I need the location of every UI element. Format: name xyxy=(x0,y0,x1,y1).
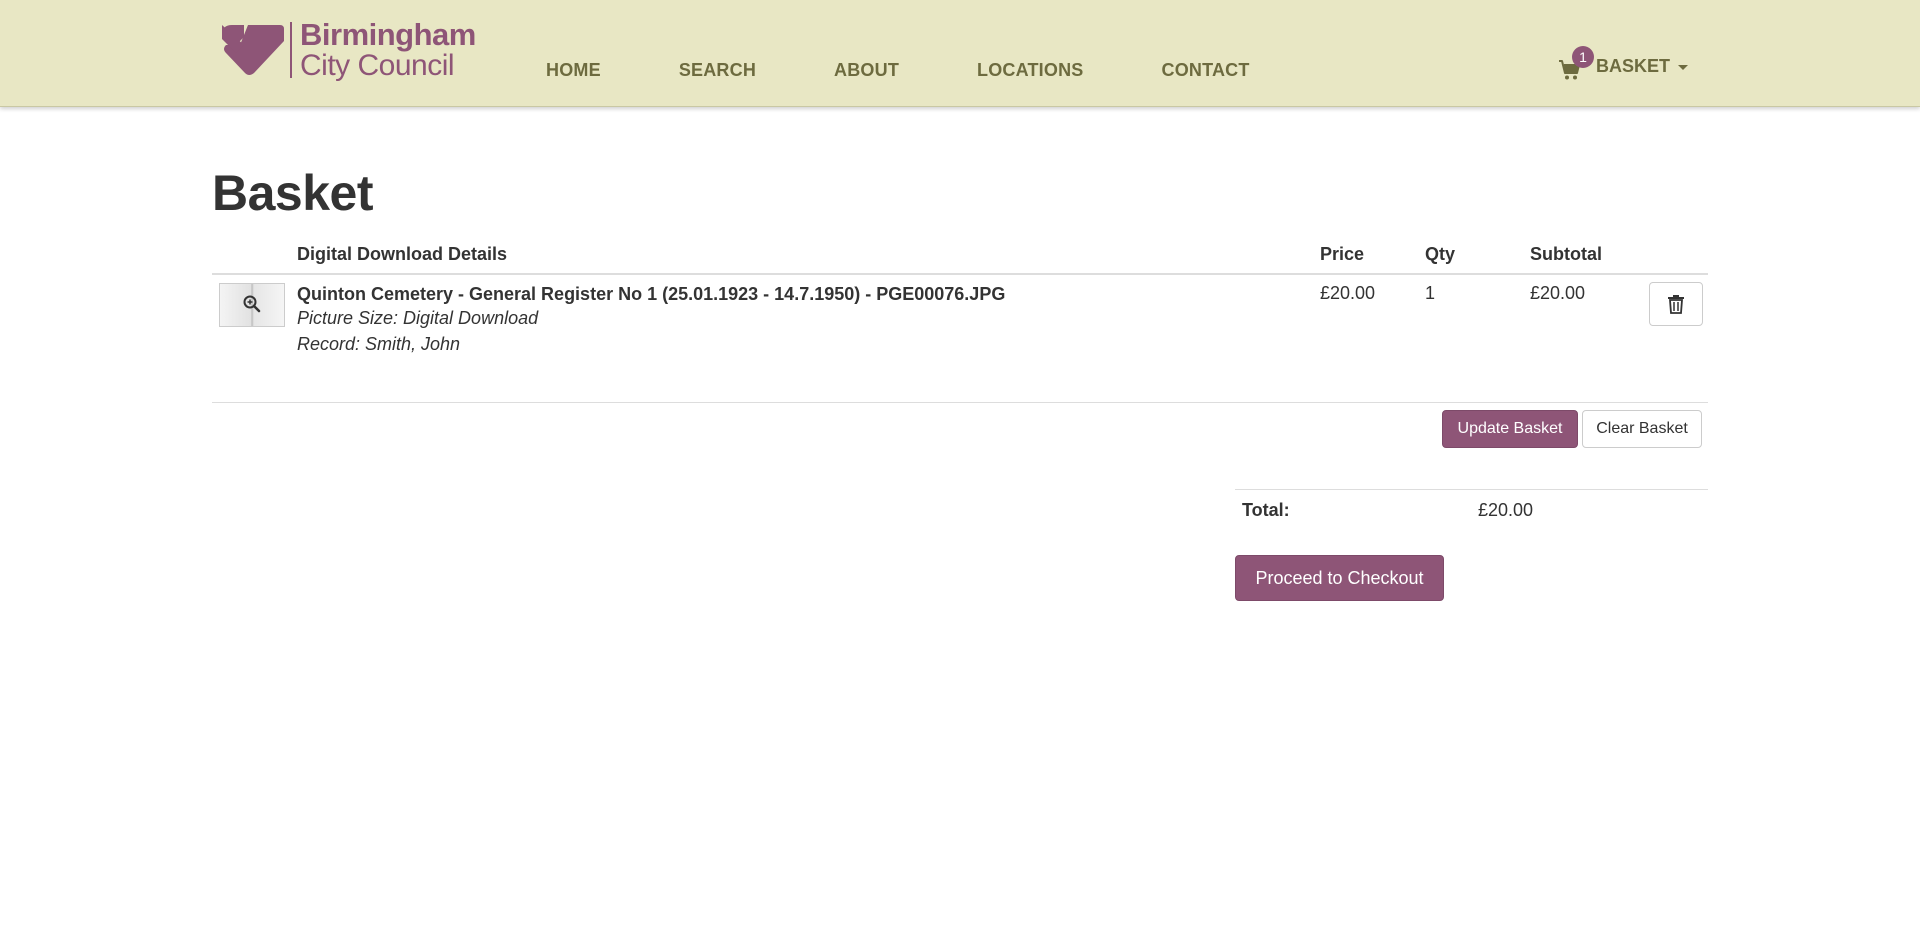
table-row: Quinton Cemetery - General Register No 1… xyxy=(212,274,1708,357)
cell-details: Quinton Cemetery - General Register No 1… xyxy=(297,274,1320,357)
header-actions xyxy=(1648,240,1708,275)
nav-item-locations: LOCATIONS xyxy=(938,60,1122,81)
table-divider xyxy=(212,402,1708,403)
table-header-row: Digital Download Details Price Qty Subto… xyxy=(212,240,1708,275)
nav-link-about[interactable]: ABOUT xyxy=(795,60,938,81)
header-thumbnail xyxy=(212,240,297,275)
basket-label: BASKET xyxy=(1596,56,1671,76)
item-picture-size: Picture Size: Digital Download xyxy=(297,308,539,328)
header-qty: Qty xyxy=(1425,240,1530,275)
site-logo[interactable]: Birmingham City Council xyxy=(218,18,480,82)
logo-line-2: City Council xyxy=(300,49,455,82)
nav-link-contact[interactable]: CONTACT xyxy=(1123,60,1289,81)
cell-price: £20.00 xyxy=(1320,283,1376,303)
header-price: Price xyxy=(1320,240,1425,275)
basket-dropdown[interactable]: 1 BASKET xyxy=(1558,45,1689,79)
nav-link-search[interactable]: SEARCH xyxy=(640,60,795,81)
cell-thumbnail xyxy=(212,274,297,357)
item-title: Quinton Cemetery - General Register No 1… xyxy=(297,284,1006,304)
trash-icon xyxy=(1668,295,1684,314)
logo-wordmark: Birmingham City Council xyxy=(300,19,476,81)
basket-table: Digital Download Details Price Qty Subto… xyxy=(212,240,1708,357)
main-nav: HOME SEARCH ABOUT LOCATIONS CONTACT xyxy=(507,60,1289,81)
clear-basket-button[interactable]: Clear Basket xyxy=(1582,410,1702,448)
cell-subtotal: £20.00 xyxy=(1530,283,1586,303)
header-subtotal: Subtotal xyxy=(1530,240,1648,275)
header-details: Digital Download Details xyxy=(297,240,1320,275)
nav-item-search: SEARCH xyxy=(640,60,795,81)
total-label: Total: xyxy=(1242,500,1290,520)
nav-item-home: HOME xyxy=(507,60,640,81)
remove-item-button[interactable] xyxy=(1649,282,1703,326)
item-record: Record: Smith, John xyxy=(297,334,461,354)
site-header: Birmingham City Council HOME SEARCH ABOU… xyxy=(0,0,1920,107)
total-value: £20.00 xyxy=(1478,500,1534,520)
nav-item-about: ABOUT xyxy=(795,60,938,81)
nav-link-locations[interactable]: LOCATIONS xyxy=(938,60,1122,81)
cell-qty: 1 xyxy=(1425,283,1436,303)
page-title: Basket xyxy=(212,165,374,221)
logo-divider xyxy=(290,22,292,78)
chevron-down-icon xyxy=(1678,65,1689,70)
update-basket-button[interactable]: Update Basket xyxy=(1442,410,1578,448)
cart-icon-wrap: 1 xyxy=(1558,45,1594,79)
nav-item-contact: CONTACT xyxy=(1123,60,1289,81)
totals-divider xyxy=(1235,489,1708,490)
cell-actions xyxy=(1648,274,1708,357)
cart-count-badge: 1 xyxy=(1572,45,1594,68)
heart-logo-icon xyxy=(222,25,284,75)
logo-line-1: Birmingham xyxy=(300,17,476,52)
item-thumbnail[interactable] xyxy=(219,283,285,327)
nav-link-home[interactable]: HOME xyxy=(507,60,640,81)
proceed-to-checkout-button[interactable]: Proceed to Checkout xyxy=(1235,555,1444,601)
zoom-icon xyxy=(243,295,261,313)
